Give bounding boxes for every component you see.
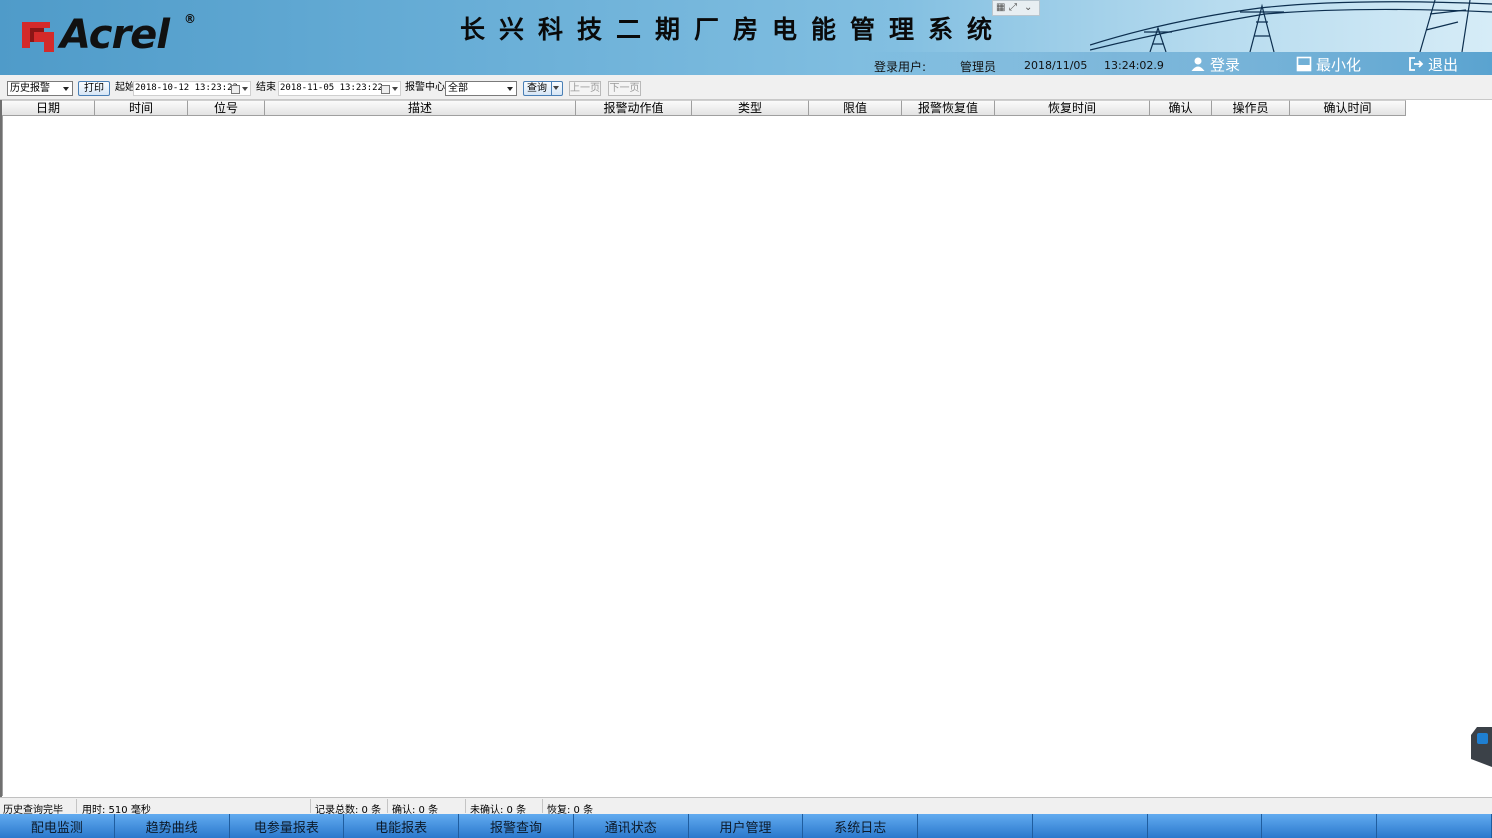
status-separator xyxy=(465,799,466,813)
next-page-button[interactable]: 下一页 xyxy=(608,81,641,96)
power-tower-graphic xyxy=(1090,0,1492,52)
nav-item[interactable]: 电参量报表 xyxy=(229,814,345,838)
system-title: 长兴科技二期厂房电能管理系统 xyxy=(460,15,1007,44)
chevron-down-icon[interactable] xyxy=(553,86,559,90)
column-header[interactable]: 位号 xyxy=(188,100,265,116)
nav-item[interactable]: 用户管理 xyxy=(688,814,804,838)
column-header[interactable]: 操作员 xyxy=(1212,100,1290,116)
nav-item[interactable] xyxy=(918,814,1033,838)
column-header[interactable]: 时间 xyxy=(95,100,188,116)
nav-item[interactable] xyxy=(1147,814,1263,838)
nav-item[interactable] xyxy=(1377,814,1492,838)
chevron-down-icon[interactable] xyxy=(242,87,248,91)
end-datetime-value: 2018-11-05 13:23:22 xyxy=(280,83,383,93)
status-separator xyxy=(542,799,543,813)
print-button[interactable]: 打印 xyxy=(78,81,110,96)
end-label: 结束 xyxy=(256,82,276,93)
column-header[interactable]: 确认时间 xyxy=(1290,100,1406,116)
status-separator xyxy=(310,799,311,813)
column-header[interactable]: 描述 xyxy=(265,100,576,116)
column-header[interactable]: 确认 xyxy=(1150,100,1212,116)
window-controls[interactable]: ▦ ⤢ ⌄ xyxy=(992,0,1040,16)
bottom-navigation: 配电监测 趋势曲线 电参量报表 电能报表 报警查询 通讯状态 用户管理 系统日志 xyxy=(0,814,1492,838)
nav-item[interactable] xyxy=(1262,814,1378,838)
brand-logo: Acrel ® xyxy=(20,12,200,58)
acrel-logo-icon xyxy=(22,22,54,52)
minimize-icon xyxy=(1296,56,1312,72)
login-user-label: 登录用户: xyxy=(874,60,927,74)
prev-page-button[interactable]: 上一页 xyxy=(569,81,601,96)
brand-registered-mark: ® xyxy=(184,12,196,26)
status-separator xyxy=(76,799,77,813)
side-panel-tab[interactable] xyxy=(1471,727,1492,767)
header-date: 2018/11/05 xyxy=(1024,59,1088,72)
header-time: 13:24:02.9 xyxy=(1104,59,1164,72)
login-button-label: 登录 xyxy=(1210,55,1241,74)
grid-icon[interactable]: ▦ xyxy=(996,2,1005,13)
nav-item[interactable]: 报警查询 xyxy=(459,814,574,838)
alarm-mode-select[interactable]: 历史报警 xyxy=(7,81,73,96)
chevron-down-icon[interactable]: ⌄ xyxy=(1024,2,1032,13)
query-button[interactable]: 查询 xyxy=(523,81,563,96)
app-header: Acrel ® 长兴科技二期厂房电能管理系统 ▦ ⤢ ⌄ 登录用户: 管理员 2… xyxy=(0,0,1492,75)
exit-icon xyxy=(1409,57,1424,71)
column-header[interactable]: 日期 xyxy=(2,100,95,116)
exit-button-label: 退出 xyxy=(1428,55,1459,74)
nav-item[interactable]: 电能报表 xyxy=(344,814,460,838)
alarm-center-label: 报警中心 xyxy=(405,82,445,93)
header-info-bar xyxy=(860,52,1492,75)
nav-item[interactable]: 趋势曲线 xyxy=(114,814,230,838)
column-header[interactable]: 限值 xyxy=(809,100,902,116)
nav-item[interactable] xyxy=(1032,814,1148,838)
alarm-center-select[interactable]: 全部 xyxy=(445,81,517,96)
login-button[interactable]: 登录 xyxy=(1190,54,1240,74)
user-icon xyxy=(1191,57,1205,71)
minimize-button[interactable]: 最小化 xyxy=(1296,54,1361,74)
alarm-records-grid[interactable] xyxy=(2,116,1490,796)
end-datetime-input[interactable]: 2018-11-05 13:23:22 xyxy=(278,81,401,96)
status-separator xyxy=(387,799,388,813)
nav-item[interactable]: 系统日志 xyxy=(803,814,919,838)
column-header[interactable]: 报警恢复值 xyxy=(902,100,995,116)
column-header[interactable]: 类型 xyxy=(692,100,809,116)
nav-item[interactable]: 配电监测 xyxy=(0,814,115,838)
start-label: 起始 xyxy=(115,82,135,93)
calendar-icon[interactable] xyxy=(381,85,390,94)
login-user-name: 管理员 xyxy=(960,60,997,74)
brand-name: Acrel xyxy=(60,12,170,58)
side-panel-icon[interactable] xyxy=(1477,733,1488,744)
column-header[interactable]: 恢复时间 xyxy=(995,100,1150,116)
exit-button[interactable]: 退出 xyxy=(1408,54,1458,74)
minimize-button-label: 最小化 xyxy=(1316,55,1362,74)
status-bar xyxy=(0,797,1492,814)
nav-item[interactable]: 通讯状态 xyxy=(573,814,689,838)
calendar-icon[interactable] xyxy=(231,85,240,94)
chevron-down-icon[interactable] xyxy=(392,87,398,91)
start-datetime-value: 2018-10-12 13:23:22 xyxy=(135,83,238,93)
grid-header-row: 日期 时间 位号 描述 报警动作值 类型 限值 报警恢复值 恢复时间 确认 操作员 确认时间 xyxy=(2,100,1406,116)
start-datetime-input[interactable]: 2018-10-12 13:23:22 xyxy=(133,81,251,96)
query-button-label: 查询 xyxy=(527,83,547,94)
fullscreen-icon[interactable]: ⤢ xyxy=(1009,2,1017,13)
column-header[interactable]: 报警动作值 xyxy=(576,100,692,116)
